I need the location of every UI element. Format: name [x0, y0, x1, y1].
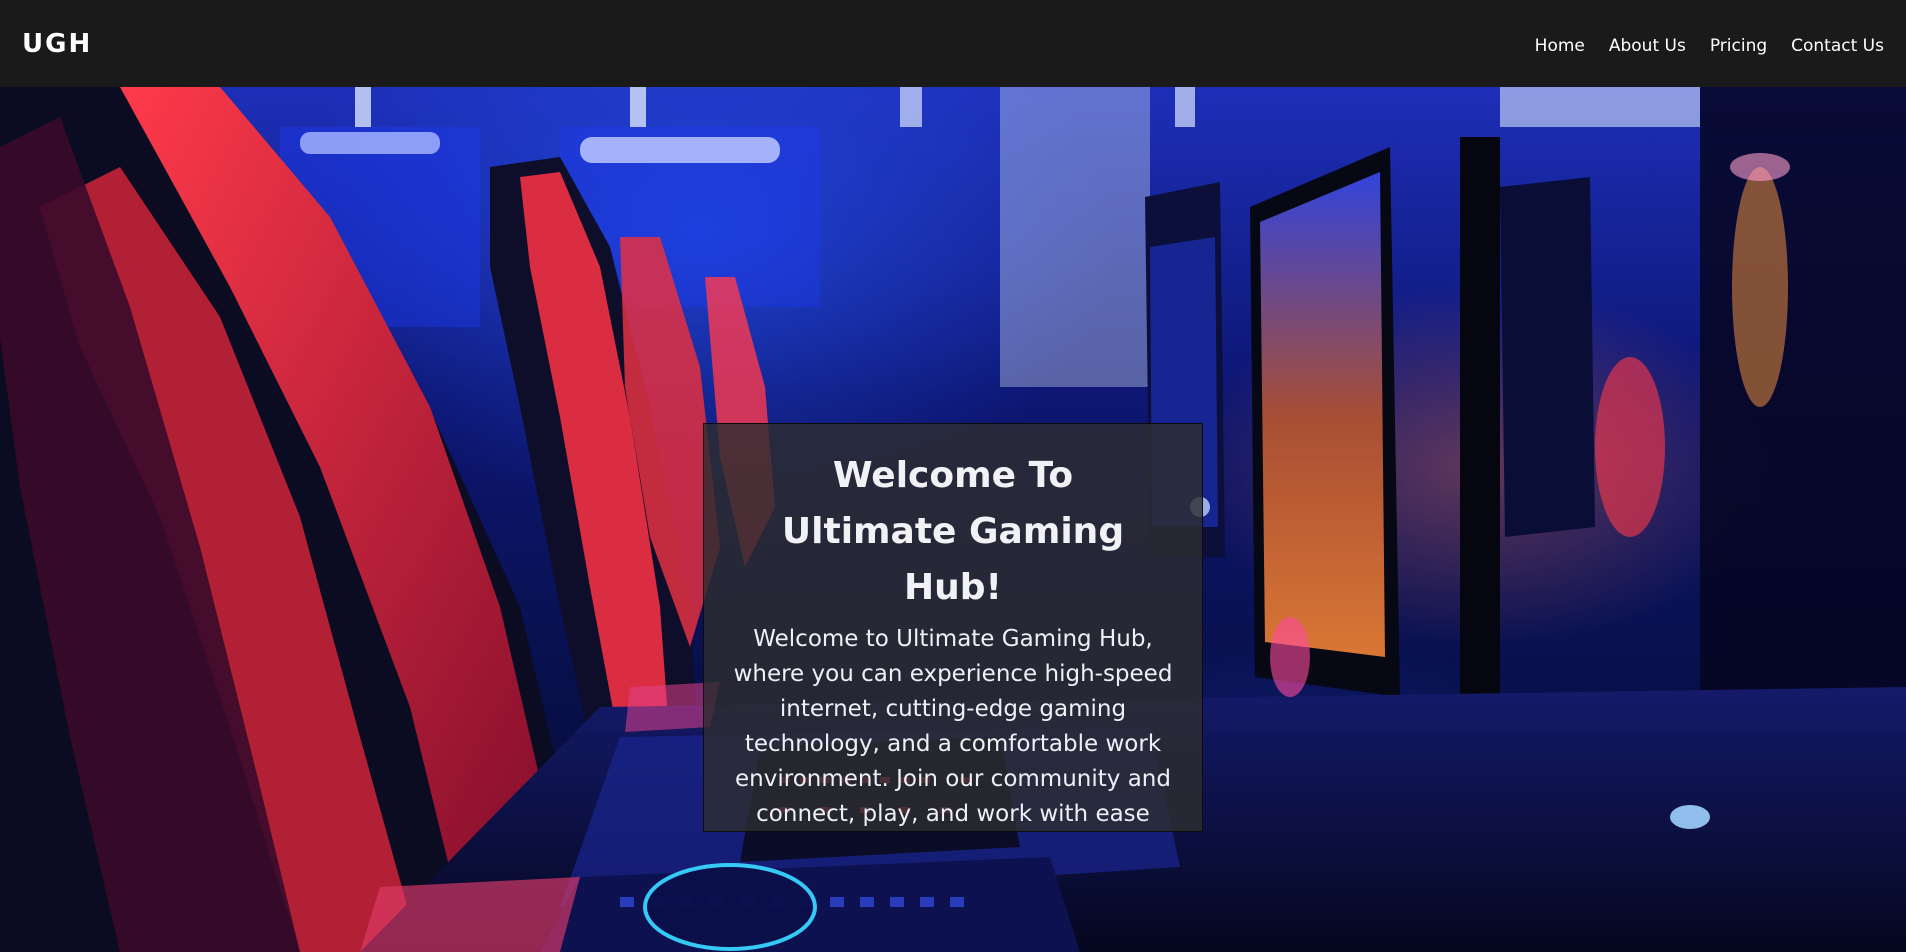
site-logo[interactable]: UGH [22, 29, 92, 59]
site-header: UGH Home About Us Pricing Contact Us [0, 0, 1906, 87]
hero-section: Welcome To Ultimate Gaming Hub! Welcome … [0, 87, 1906, 952]
nav-about-link[interactable]: About Us [1609, 36, 1686, 56]
welcome-card: Welcome To Ultimate Gaming Hub! Welcome … [703, 423, 1203, 832]
nav-contact-link[interactable]: Contact Us [1791, 36, 1884, 56]
nav-home-link[interactable]: Home [1535, 36, 1585, 56]
nav-pricing-link[interactable]: Pricing [1710, 36, 1767, 56]
welcome-title: Welcome To Ultimate Gaming Hub! [781, 455, 1125, 608]
welcome-description: Welcome to Ultimate Gaming Hub, where yo… [733, 626, 1173, 827]
main-nav: Home About Us Pricing Contact Us [1535, 36, 1884, 56]
